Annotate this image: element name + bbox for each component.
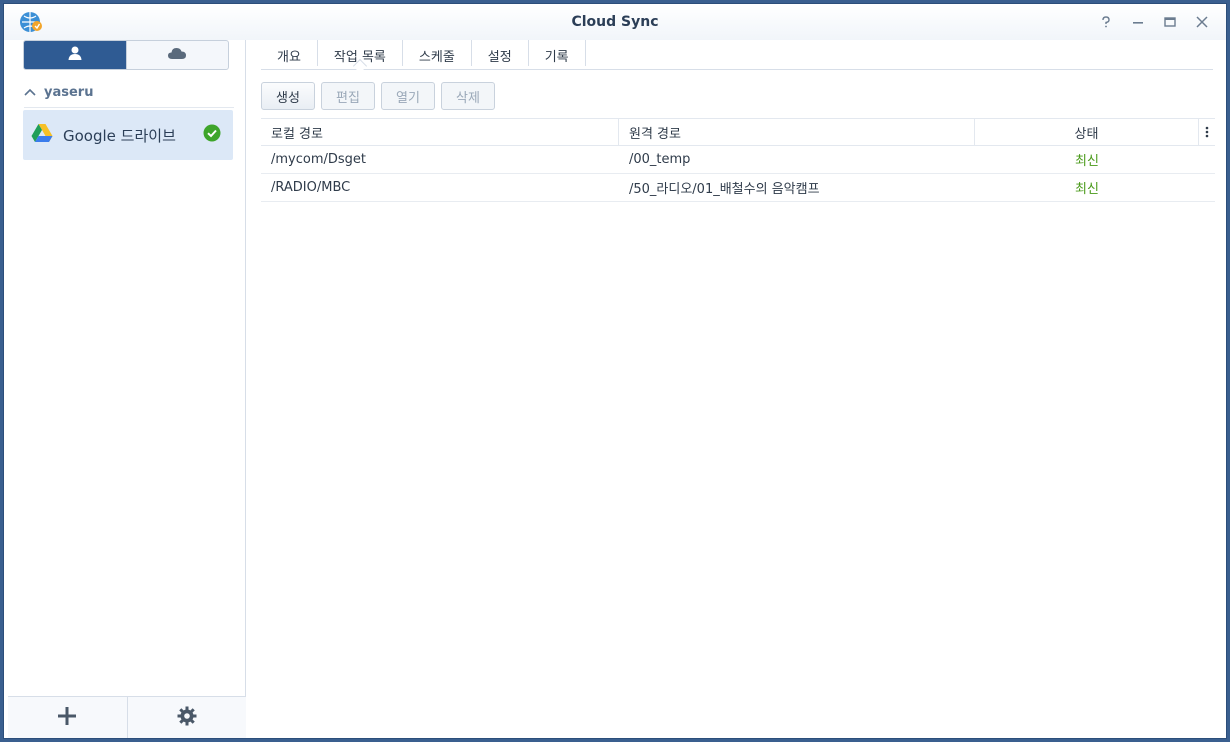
local-path-cell: /mycom/Dsget [271, 152, 367, 167]
tab-bar: 개요 작업 목록 스케줄 설정 기록 [261, 40, 1213, 70]
sidebar-view-switch [23, 40, 229, 70]
sidebar: yaseru Google 드라이브 [8, 40, 246, 738]
cloud-icon [167, 46, 187, 64]
cloud-view-button[interactable] [125, 41, 229, 69]
main-panel: 개요 작업 목록 스케줄 설정 기록 생성 편집 열기 삭제 로컬 경로 원격 … [247, 40, 1225, 738]
title-bar: Cloud Sync [4, 4, 1226, 40]
status-cell: 최신 [1075, 154, 1099, 169]
sidebar-footer [8, 696, 246, 738]
account-group-header[interactable]: yaseru [24, 84, 234, 108]
table-row[interactable]: /mycom/Dsget /00_temp 최신 [261, 146, 1215, 174]
tab-settings[interactable]: 설정 [472, 40, 529, 66]
open-button[interactable]: 열기 [381, 82, 435, 110]
table-header: 로컬 경로 원격 경로 상태 [261, 118, 1215, 146]
status-cell: 최신 [1075, 182, 1099, 197]
toolbar: 생성 편집 열기 삭제 [261, 82, 495, 110]
chevron-up-icon [24, 85, 36, 100]
account-group-label: yaseru [44, 85, 94, 100]
settings-button[interactable] [126, 697, 247, 738]
column-header-status[interactable]: 상태 [975, 119, 1199, 145]
minimize-icon[interactable] [1129, 13, 1147, 31]
edit-button[interactable]: 편집 [321, 82, 375, 110]
column-menu-icon[interactable] [1199, 119, 1215, 145]
tab-overview[interactable]: 개요 [261, 40, 318, 66]
tab-log[interactable]: 기록 [529, 40, 586, 66]
column-header-local-path[interactable]: 로컬 경로 [261, 119, 619, 145]
remote-path-cell: /50_라디오/01_배철수의 음악캠프 [629, 182, 820, 197]
user-icon [67, 45, 83, 65]
cloud-sync-window: Cloud Sync yaseru Google 드라이브 개요 작업 목록 스… [3, 3, 1227, 739]
gear-icon [177, 706, 197, 730]
account-name: Google 드라이브 [63, 126, 176, 145]
plus-icon [57, 706, 77, 730]
task-table: 로컬 경로 원격 경로 상태 /mycom/Dsget /00_temp 최신 … [261, 118, 1215, 202]
delete-button[interactable]: 삭제 [441, 82, 495, 110]
remote-path-cell: /00_temp [629, 152, 691, 167]
user-view-button[interactable] [24, 41, 126, 69]
table-row[interactable]: /RADIO/MBC /50_라디오/01_배철수의 음악캠프 최신 [261, 174, 1215, 202]
help-icon[interactable] [1097, 13, 1115, 31]
sidebar-item-google-drive[interactable]: Google 드라이브 [23, 110, 233, 160]
local-path-cell: /RADIO/MBC [271, 180, 351, 195]
google-drive-icon [31, 123, 53, 147]
create-button[interactable]: 생성 [261, 82, 315, 110]
add-account-button[interactable] [8, 697, 127, 738]
column-header-remote-path[interactable]: 원격 경로 [619, 119, 975, 145]
tab-task-list[interactable]: 작업 목록 [318, 40, 403, 66]
check-circle-icon [203, 124, 221, 146]
window-title: Cloud Sync [571, 14, 659, 30]
tab-schedule[interactable]: 스케줄 [403, 40, 472, 66]
maximize-icon[interactable] [1161, 13, 1179, 31]
close-icon[interactable] [1193, 13, 1211, 31]
